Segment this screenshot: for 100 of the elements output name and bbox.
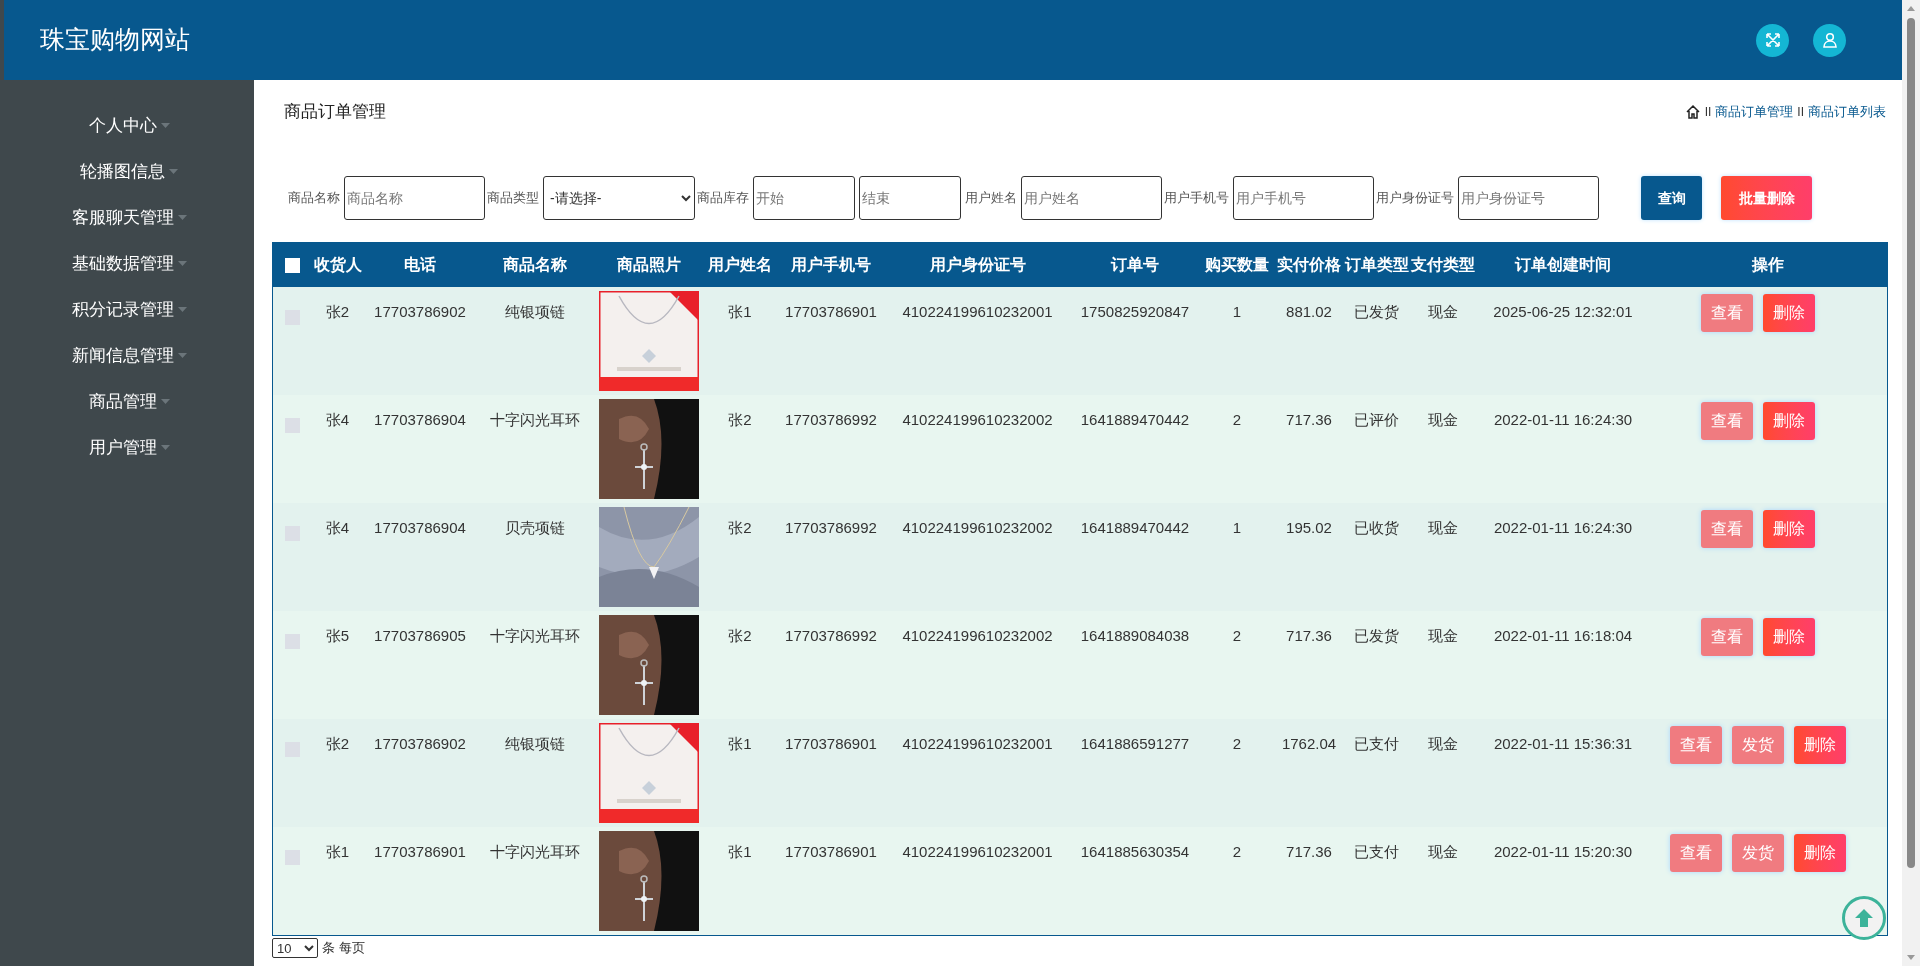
table-cell-text: 十字闪光耳环	[489, 410, 581, 430]
per-page-label: 条 每页	[322, 939, 365, 958]
table-cell-text: 已发货	[1353, 626, 1400, 646]
table-cell-text: 张4	[324, 410, 351, 430]
table-cell-text: 17703786905	[373, 626, 467, 646]
view-button[interactable]: 查看	[1669, 726, 1722, 764]
range-field[interactable]: 结束	[859, 176, 961, 220]
checkbox[interactable]	[284, 258, 300, 274]
table-cell-text: 现金	[1427, 302, 1459, 322]
delete-button[interactable]: 删除	[1793, 834, 1846, 872]
caret-icon	[177, 215, 187, 221]
table-cell-text: 2	[1231, 410, 1243, 430]
site-title: 珠宝购物网站	[40, 24, 190, 56]
table-cell-text: 张1	[727, 302, 753, 322]
table-cell-text: 张2	[727, 518, 753, 538]
search-field[interactable]: 商品名称	[344, 176, 485, 220]
home-icon[interactable]	[1684, 104, 1701, 120]
field-label: 用户手机号	[1164, 189, 1229, 208]
view-button[interactable]: 查看	[1700, 294, 1753, 332]
delete-button[interactable]: 删除	[1762, 294, 1815, 332]
table-cell-text: 17703786904	[373, 410, 467, 430]
table-cell-text: 17703786902	[373, 734, 467, 754]
search-field[interactable]: 用户姓名	[1021, 176, 1162, 220]
caret-icon	[169, 169, 178, 175]
column-header: 商品名称	[476, 243, 594, 287]
sidebar-item[interactable]: 用户管理	[88, 425, 170, 471]
table-cell-text: 纯银项链	[504, 302, 566, 322]
table-cell-text: 2	[1231, 626, 1243, 646]
ship-button[interactable]: 发货	[1731, 834, 1784, 872]
view-button[interactable]: 查看	[1700, 510, 1753, 548]
sidebar-item[interactable]: 客服聊天管理	[71, 195, 187, 241]
table-cell-text: 17703786992	[784, 518, 878, 538]
column-header: 用户手机号	[776, 243, 886, 287]
delete-button[interactable]: 删除	[1762, 510, 1815, 548]
field-label: 用户姓名	[965, 189, 1017, 208]
delete-button[interactable]: 删除	[1762, 618, 1815, 656]
table-cell-text: 现金	[1427, 518, 1459, 538]
table-cell-text: 2	[1231, 734, 1243, 754]
table-cell-text: 张1	[727, 842, 753, 862]
sidebar-item[interactable]: 个人中心	[88, 103, 170, 149]
table-cell-text: 十字闪光耳环	[489, 626, 581, 646]
scroll-down-icon[interactable]	[1906, 952, 1916, 962]
sidebar-item[interactable]: 基础数据管理	[71, 241, 187, 287]
bulk-delete-button[interactable]: 批量删除	[1721, 176, 1812, 220]
table-cell-text: 717.36	[1285, 842, 1333, 862]
table-cell-text: 张5	[324, 626, 351, 646]
field-label: 商品名称	[288, 189, 340, 208]
table-cell-text: 1641889470442	[1079, 518, 1191, 538]
table-cell-text: 张1	[727, 734, 753, 754]
table-cell-text: 717.36	[1285, 410, 1333, 430]
table-cell-text: 已支付	[1353, 842, 1400, 862]
caret-icon	[160, 123, 170, 129]
search-button[interactable]: 查询	[1641, 176, 1702, 220]
caret-icon	[160, 399, 170, 405]
column-header: 商品照片	[594, 243, 704, 287]
table-cell-text: 张2	[324, 302, 351, 322]
table-cell-text: 17703786904	[373, 518, 467, 538]
table-cell-text: 现金	[1427, 626, 1459, 646]
breadcrumb-link[interactable]: 商品订单管理	[1715, 102, 1794, 122]
caret-icon	[177, 261, 187, 267]
table-cell-text: 2	[1231, 842, 1243, 862]
sidebar-item[interactable]: 新闻信息管理	[71, 333, 187, 379]
table-cell-text: 410224199610232002	[901, 410, 1054, 430]
table-cell-text: 十字闪光耳环	[489, 842, 581, 862]
scroll-up-icon[interactable]	[1906, 4, 1916, 14]
table-cell-text: 纯银项链	[504, 734, 566, 754]
column-header: 用户姓名	[704, 243, 776, 287]
table-cell-text: 1641889084038	[1079, 626, 1191, 646]
table-cell-text: 现金	[1427, 734, 1459, 754]
column-header: 订单号	[1069, 243, 1201, 287]
search-field[interactable]: 用户手机号	[1233, 176, 1374, 220]
view-button[interactable]: 查看	[1700, 618, 1753, 656]
fullscreen-icon[interactable]	[1756, 23, 1789, 57]
column-header: 支付类型	[1408, 243, 1478, 287]
user-icon[interactable]	[1813, 23, 1846, 57]
scrollbar-thumb[interactable]	[1907, 18, 1915, 868]
search-field[interactable]: 用户身份证号	[1458, 176, 1599, 220]
caret-icon	[177, 307, 187, 313]
table-cell-text: 1	[1231, 302, 1243, 322]
view-button[interactable]: 查看	[1669, 834, 1722, 872]
ship-button[interactable]: 发货	[1731, 726, 1784, 764]
view-button[interactable]: 查看	[1700, 402, 1753, 440]
scrollbar[interactable]	[1902, 0, 1920, 966]
breadcrumb-link[interactable]: 商品订单列表	[1808, 102, 1886, 122]
page-size-select[interactable]: 10	[272, 938, 318, 958]
table-cell-text: 2022-01-11 16:24:30	[1492, 410, 1634, 430]
range-field[interactable]: 开始	[753, 176, 855, 220]
table-cell-text: 张1	[324, 842, 351, 862]
sidebar-item[interactable]: 积分记录管理	[71, 287, 187, 333]
caret-icon	[177, 353, 187, 359]
field-label: 用户身份证号	[1376, 189, 1454, 208]
sidebar-item[interactable]: 商品管理	[88, 379, 170, 425]
type-select[interactable]: -请选择-	[543, 176, 695, 220]
delete-button[interactable]: 删除	[1793, 726, 1846, 764]
table-cell-text: 2022-01-11 16:24:30	[1492, 518, 1634, 538]
delete-button[interactable]: 删除	[1762, 402, 1815, 440]
sidebar-item[interactable]: 轮播图信息	[80, 149, 178, 195]
table-cell-text: 贝壳项链	[504, 518, 566, 538]
table-cell-text: 717.36	[1285, 626, 1333, 646]
table-cell-text: 张2	[324, 734, 351, 754]
